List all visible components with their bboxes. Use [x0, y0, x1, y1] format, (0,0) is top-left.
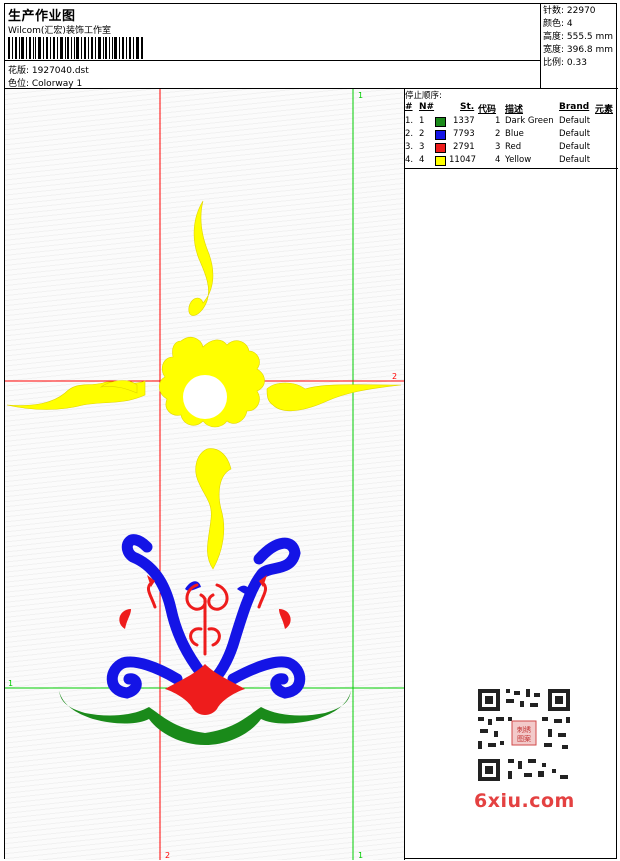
stop-sequence-panel: 停止顺序: # N# St. 代码 描述 Brand 元素 1. 1 1337 … — [405, 89, 618, 169]
site-watermark[interactable]: 6xiu.com — [474, 790, 575, 812]
blue-leaf-accents — [185, 581, 253, 596]
col-code: 代码 — [478, 105, 497, 115]
color-swatch — [435, 117, 446, 127]
qr-stamp-text-top: 刺绣 — [517, 725, 531, 734]
stat-stitches: 针数: 22970 — [543, 6, 596, 16]
stop-row: 2. 2 7793 2 Blue Default — [405, 129, 591, 140]
company-name: Wilcom(汇宏)装饰工作室 — [8, 26, 111, 36]
design-canvas: 1 2 2 1 1 — [5, 89, 405, 860]
col-n: N# — [419, 102, 435, 112]
file-name: 花版: 1927040.dst — [8, 66, 89, 76]
col-desc: 描述 — [505, 105, 524, 115]
h-guide-2-label: 2 — [392, 372, 397, 381]
color-swatch — [435, 156, 446, 166]
barcode — [8, 37, 143, 59]
stat-scale: 比例: 0.33 — [543, 58, 587, 68]
col-hash: # — [405, 102, 413, 112]
stop-row: 3. 3 2791 3 Red Default — [405, 142, 591, 153]
qr-code-watermark: 刺绣 图案 — [472, 683, 576, 787]
color-swatch — [435, 130, 446, 140]
embroidery-preview: 1 2 2 1 1 — [5, 89, 404, 860]
col-stitches: St. — [460, 102, 475, 112]
stat-width: 宽度: 396.8 mm — [543, 45, 614, 55]
v-guide-1-bottom-label: 1 — [358, 851, 363, 860]
stat-colors: 颜色: 4 — [543, 19, 573, 29]
header-panel: 生产作业图 Wilcom(汇宏)装饰工作室 花版: 1927040.dst 色位… — [5, 4, 541, 89]
color-swatch — [435, 143, 446, 153]
yellow-motif-center — [183, 375, 227, 419]
header-divider — [5, 60, 541, 61]
col-brand: Brand — [559, 102, 590, 112]
v-guide-1-label: 1 — [358, 91, 363, 100]
qr-stamp-text-bottom: 图案 — [517, 734, 531, 743]
v-guide-2-label: 2 — [165, 851, 170, 860]
h-guide-1-label: 1 — [8, 679, 13, 688]
stop-row: 1. 1 1337 1 Dark Green Default — [405, 116, 591, 127]
colorway-label: 色位: Colorway 1 — [8, 79, 83, 89]
stat-height: 高度: 555.5 mm — [543, 32, 614, 42]
sheet-title: 生产作业图 — [8, 9, 76, 24]
col-element: 元素 — [595, 105, 614, 115]
stop-sequence-title: 停止顺序: — [405, 91, 442, 101]
stats-panel: 针数: 22970 颜色: 4 高度: 555.5 mm 宽度: 396.8 m… — [541, 4, 618, 89]
stop-row: 4. 4 11047 4 Yellow Default — [405, 155, 591, 166]
